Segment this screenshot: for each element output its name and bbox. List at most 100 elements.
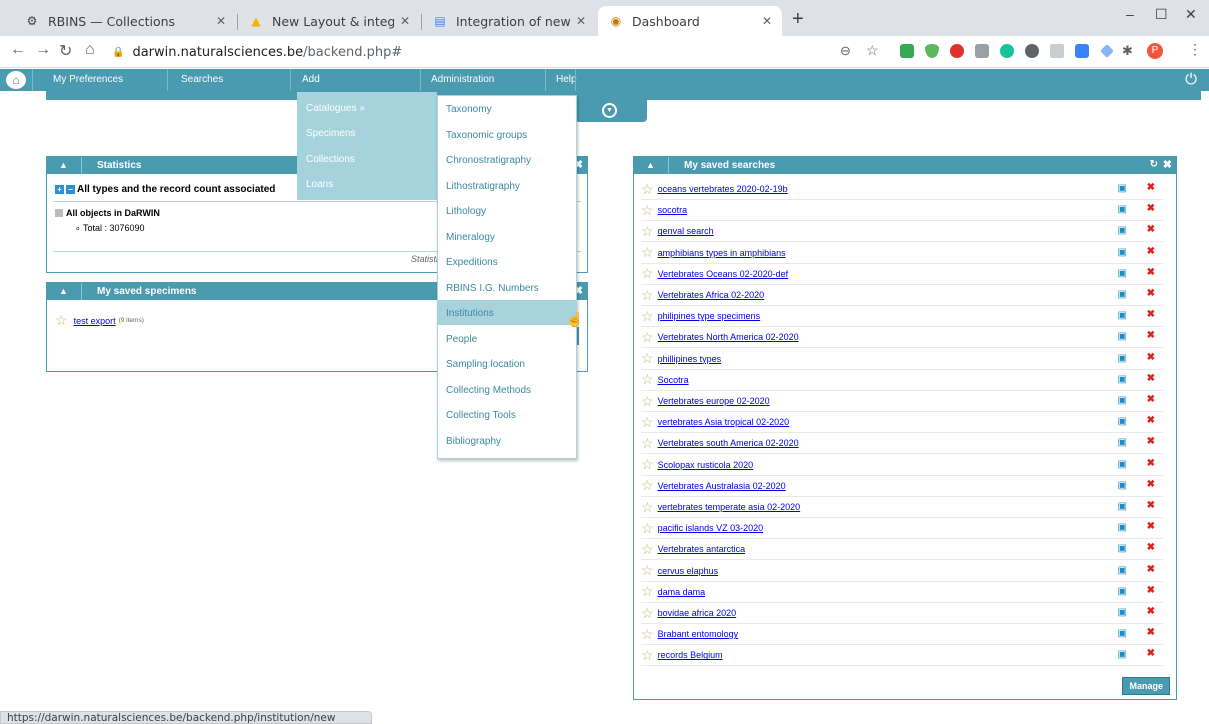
saved-search-link[interactable]: cervus elaphus — [658, 566, 719, 576]
saved-search-link[interactable]: Vertebrates North America 02-2020 — [658, 332, 799, 342]
delete-icon[interactable]: ✖ — [1147, 479, 1155, 490]
star-icon[interactable]: ☆ — [641, 647, 654, 664]
admin-menu-item-mineralogy[interactable]: Mineralogy — [438, 224, 577, 249]
save-icon[interactable]: ▣ — [1118, 331, 1127, 342]
saved-search-link[interactable]: bovidae africa 2020 — [658, 608, 737, 618]
shield-icon[interactable] — [925, 44, 939, 58]
save-icon[interactable]: ▣ — [1118, 628, 1127, 639]
save-icon[interactable]: ▣ — [1118, 480, 1127, 491]
profile-avatar[interactable]: P — [1147, 43, 1163, 59]
collapse-arrow-icon[interactable]: ▲ — [59, 286, 68, 296]
browser-tab-integration[interactable]: ▤ Integration of new DaRW ✕ — [422, 6, 596, 36]
delete-icon[interactable]: ✖ — [1147, 585, 1155, 596]
close-icon[interactable]: ✕ — [576, 14, 586, 28]
save-icon[interactable]: ▣ — [1118, 268, 1127, 279]
zoom-icon[interactable]: ⊖ — [840, 43, 851, 59]
saved-search-link[interactable]: phillipines types — [658, 354, 722, 364]
collapse-arrow-icon[interactable]: ▲ — [59, 160, 68, 170]
power-icon[interactable]: ⏻ — [1185, 71, 1197, 88]
add-menu-collections[interactable]: Collections — [306, 154, 355, 165]
forward-arrow-icon[interactable]: → — [35, 41, 51, 59]
kebab-menu-icon[interactable]: ⋮ — [1188, 41, 1202, 58]
save-icon[interactable]: ▣ — [1118, 183, 1127, 194]
star-icon[interactable]: ☆ — [641, 605, 654, 622]
collapse-icon[interactable]: − — [66, 185, 75, 194]
delete-icon[interactable]: ✖ — [1147, 330, 1155, 341]
home-icon[interactable]: ⌂ — [85, 41, 95, 59]
puzzle-icon[interactable]: ✱ — [1122, 43, 1133, 59]
delete-icon[interactable]: ✖ — [1147, 415, 1155, 426]
saved-search-link[interactable]: Vertebrates antarctica — [658, 544, 746, 554]
star-icon[interactable]: ☆ — [641, 456, 654, 473]
browser-tab-rbins[interactable]: ⚙ RBINS — Collections ✕ — [14, 6, 236, 36]
save-icon[interactable]: ▣ — [1118, 437, 1127, 448]
delete-icon[interactable]: ✖ — [1147, 500, 1155, 511]
star-icon[interactable]: ☆ — [641, 287, 654, 304]
admin-menu-item-taxonomy[interactable]: Taxonomy — [438, 96, 577, 121]
saved-specimen-link[interactable]: test export — [74, 316, 116, 326]
menu-add[interactable]: Add — [302, 74, 320, 85]
saved-search-link[interactable]: vertebrates temperate asia 02-2020 — [658, 502, 801, 512]
save-icon[interactable]: ▣ — [1118, 522, 1127, 533]
admin-menu-item-chronostratigraphy[interactable]: Chronostratigraphy — [438, 147, 577, 172]
address-bar[interactable]: 🔒 darwin.naturalsciences.be/backend.php# — [112, 39, 872, 65]
admin-menu-item-collecting-tools[interactable]: Collecting Tools — [438, 402, 577, 427]
delete-icon[interactable]: ✖ — [1147, 352, 1155, 363]
delete-icon[interactable]: ✖ — [1147, 394, 1155, 405]
star-icon[interactable]: ☆ — [641, 393, 654, 410]
saved-search-link[interactable]: pacific islands VZ 03-2020 — [658, 523, 764, 533]
admin-menu-item-expeditions[interactable]: Expeditions — [438, 249, 577, 274]
save-icon[interactable]: ▣ — [1118, 501, 1127, 512]
star-icon[interactable]: ☆ — [641, 562, 654, 579]
delete-icon[interactable]: ✖ — [1147, 246, 1155, 257]
saved-search-link[interactable]: Vertebrates europe 02-2020 — [658, 396, 770, 406]
admin-menu-item-taxonomic-groups[interactable]: Taxonomic groups — [438, 122, 577, 147]
delete-icon[interactable]: ✖ — [1147, 648, 1155, 659]
saved-search-link[interactable]: philipines type specimens — [658, 311, 761, 321]
menu-my-preferences[interactable]: My Preferences — [53, 74, 123, 85]
star-icon[interactable]: ☆ — [641, 520, 654, 537]
extension-icon[interactable] — [900, 44, 914, 58]
close-icon[interactable]: ✕ — [216, 14, 226, 28]
admin-menu-item-sampling-location[interactable]: Sampling location — [438, 351, 577, 376]
star-icon[interactable]: ☆ — [641, 202, 654, 219]
star-icon[interactable]: ☆ — [641, 265, 654, 282]
close-icon[interactable]: ✕ — [762, 14, 772, 28]
toggle-icon[interactable] — [55, 209, 63, 217]
admin-menu-item-rbins-i-g-numbers[interactable]: RBINS I.G. Numbers — [438, 275, 577, 300]
wifi-icon[interactable] — [1050, 44, 1064, 58]
saved-search-link[interactable]: Socotra — [658, 375, 689, 385]
menu-help[interactable]: Help — [556, 74, 577, 85]
admin-menu-item-bibliography[interactable]: Bibliography — [438, 428, 577, 453]
saved-search-link[interactable]: Scolopax rusticola 2020 — [658, 460, 754, 470]
delete-icon[interactable]: ✖ — [1147, 606, 1155, 617]
save-icon[interactable]: ▣ — [1118, 416, 1127, 427]
close-window-button[interactable]: ✕ — [1185, 6, 1197, 23]
save-icon[interactable]: ▣ — [1118, 543, 1127, 554]
delete-icon[interactable]: ✖ — [1147, 182, 1155, 193]
save-icon[interactable]: ▣ — [1118, 225, 1127, 236]
grammarly-icon[interactable] — [1000, 44, 1014, 58]
star-icon[interactable]: ☆ — [641, 350, 654, 367]
home-icon[interactable]: ⌂ — [6, 71, 26, 89]
star-icon[interactable]: ☆ — [641, 626, 654, 643]
delete-icon[interactable]: ✖ — [1147, 627, 1155, 638]
back-arrow-icon[interactable]: ← — [10, 41, 26, 59]
star-icon[interactable]: ☆ — [641, 244, 654, 261]
star-icon[interactable]: ☆ — [641, 435, 654, 452]
admin-menu-item-lithology[interactable]: Lithology — [438, 198, 577, 223]
menu-searches[interactable]: Searches — [181, 74, 223, 85]
save-icon[interactable]: ▣ — [1118, 565, 1127, 576]
expand-icon[interactable]: + — [55, 185, 64, 194]
delete-icon[interactable]: ✖ — [1147, 373, 1155, 384]
bookmark-star-icon[interactable]: ☆ — [866, 42, 879, 59]
star-icon[interactable]: ☆ — [641, 541, 654, 558]
delete-icon[interactable]: ✖ — [1147, 542, 1155, 553]
menu-administration[interactable]: Administration — [431, 74, 494, 85]
save-icon[interactable]: ▣ — [1118, 649, 1127, 660]
star-icon[interactable]: ☆ — [641, 477, 654, 494]
saved-search-link[interactable]: amphibians types in amphibians — [658, 248, 786, 258]
maximize-button[interactable]: ☐ — [1155, 6, 1168, 23]
save-icon[interactable]: ▣ — [1118, 289, 1127, 300]
chevron-down-icon[interactable]: ▼ — [602, 103, 617, 118]
